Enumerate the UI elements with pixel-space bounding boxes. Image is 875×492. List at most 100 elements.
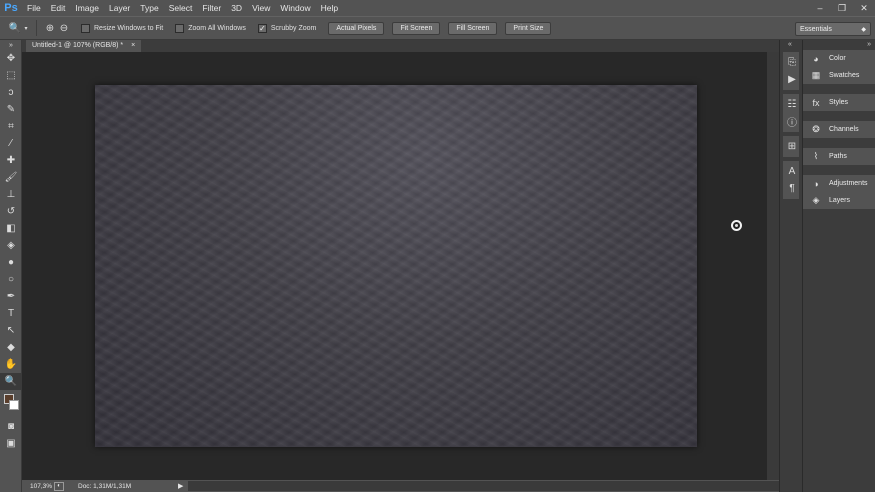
panel-color[interactable]: ◕ Color <box>803 50 875 67</box>
type-tool-icon[interactable]: T <box>0 305 22 322</box>
eyedropper-tool-icon[interactable]: ⁄ <box>0 135 22 152</box>
panel-paths[interactable]: ⌇ Paths <box>803 148 875 165</box>
restore-button[interactable]: ❐ <box>831 0 853 16</box>
collapse-arrows-icon[interactable]: » <box>867 41 871 48</box>
panels-dock: » ◕ Color ▦ Swatches fx Styles ❂ Channel… <box>803 40 875 492</box>
chalkboard-image[interactable] <box>95 85 697 447</box>
zoom-cursor-icon <box>731 220 742 231</box>
doc-size: Doc: 1,31M/1,31M <box>78 482 132 490</box>
checkmark-icon[interactable]: ✓ <box>257 23 267 33</box>
color-swatches[interactable] <box>0 390 22 418</box>
styles-icon: fx <box>812 97 820 108</box>
menu-select[interactable]: Select <box>164 0 198 16</box>
paths-icon: ⌇ <box>813 151 819 161</box>
menu-layer[interactable]: Layer <box>104 0 135 16</box>
resize-windows-checkbox[interactable]: Resize Windows to Fit <box>81 23 163 33</box>
canvas-area[interactable] <box>26 52 767 480</box>
panel-swatches[interactable]: ▦ Swatches <box>803 67 875 84</box>
horizontal-scrollbar[interactable] <box>188 481 779 491</box>
zoom-level[interactable]: 107,3% <box>22 483 54 490</box>
lasso-tool-icon[interactable]: ↄ <box>0 84 22 101</box>
divider <box>36 20 37 36</box>
menu-file[interactable]: File <box>22 0 46 16</box>
menu-view[interactable]: View <box>247 0 275 16</box>
eraser-tool-icon[interactable]: ◧ <box>0 220 22 237</box>
menu-window[interactable]: Window <box>275 0 315 16</box>
fit-screen-button[interactable]: Fit Screen <box>392 21 441 35</box>
vertical-scrollbar[interactable] <box>767 52 779 480</box>
menu-image[interactable]: Image <box>70 0 104 16</box>
zoom-in-icon[interactable]: ⊕ <box>43 21 57 35</box>
move-tool-icon[interactable]: ✥ <box>0 50 22 67</box>
hand-tool-icon[interactable]: ✋ <box>0 356 22 373</box>
collapse-arrows-icon[interactable]: » <box>0 40 22 50</box>
fill-screen-button[interactable]: Fill Screen <box>448 21 498 35</box>
checkbox-box[interactable] <box>175 23 185 33</box>
toolbox: » ✥ ⬚ ↄ ✎ ⌗ ⁄ ✚ 🖌 ⊥ ↺ ◧ ◈ ● ○ ✒ T ↖ ◆ ✋ … <box>0 40 22 492</box>
crop-tool-icon[interactable]: ⌗ <box>0 118 22 135</box>
panel-label: Layers <box>829 197 851 204</box>
panel-channels[interactable]: ❂ Channels <box>803 121 875 138</box>
brush-tool-icon[interactable]: 🖌 <box>0 169 22 186</box>
path-selection-tool-icon[interactable]: ↖ <box>0 322 22 339</box>
panel-group-paths: ⌇ Paths <box>803 148 875 165</box>
zoom-tool-icon[interactable]: 🔍 <box>0 373 22 390</box>
panel-styles[interactable]: fx Styles <box>803 94 875 111</box>
panel-label: Styles <box>829 99 849 106</box>
quick-select-tool-icon[interactable]: ✎ <box>0 101 22 118</box>
close-icon[interactable]: × <box>131 40 135 52</box>
character-icon[interactable]: A <box>783 163 801 180</box>
properties-icon[interactable]: ☷ <box>783 96 801 113</box>
color-wheel-icon: ◕ <box>813 53 819 64</box>
pen-tool-icon[interactable]: ✒ <box>0 288 22 305</box>
clone-stamp-tool-icon[interactable]: ⊥ <box>0 186 22 203</box>
quick-mask-icon[interactable]: ◙ <box>0 418 22 435</box>
actual-pixels-button[interactable]: Actual Pixels <box>328 21 385 35</box>
minimize-button[interactable]: – <box>809 0 831 16</box>
history-icon[interactable]: ⎘ <box>783 54 801 71</box>
info-icon[interactable]: ⓘ <box>783 113 801 130</box>
actions-icon[interactable]: ▶ <box>783 71 801 88</box>
menu-3d[interactable]: 3D <box>226 0 247 16</box>
marquee-tool-icon[interactable]: ⬚ <box>0 67 22 84</box>
menu-edit[interactable]: Edit <box>46 0 71 16</box>
close-button[interactable]: ✕ <box>853 0 875 16</box>
menu-type[interactable]: Type <box>135 0 163 16</box>
panel-label: Channels <box>829 126 859 133</box>
zoom-out-icon[interactable]: ⊖ <box>57 21 71 35</box>
zoom-all-windows-checkbox[interactable]: Zoom All Windows <box>175 23 246 33</box>
window-controls: – ❐ ✕ <box>809 0 875 16</box>
blur-tool-icon[interactable]: ● <box>0 254 22 271</box>
collapse-arrows-icon[interactable]: « <box>788 41 792 48</box>
dodge-tool-icon[interactable]: ○ <box>0 271 22 288</box>
scrubby-zoom-checkbox[interactable]: ✓ Scrubby Zoom <box>257 23 317 33</box>
chevron-down-icon: ◆ <box>861 26 866 33</box>
print-size-button[interactable]: Print Size <box>505 21 552 35</box>
shape-tool-icon[interactable]: ◆ <box>0 339 22 356</box>
grid-icon: ▦ <box>811 70 821 80</box>
status-menu-arrow-icon[interactable]: ▶ <box>178 482 188 490</box>
strip-group: ☷ ⓘ <box>783 94 799 132</box>
zoom-tool-preset-icon[interactable]: 🔍 <box>8 21 22 35</box>
checkbox-label: Scrubby Zoom <box>270 24 317 32</box>
history-brush-tool-icon[interactable]: ↺ <box>0 203 22 220</box>
panel-label: Swatches <box>829 72 860 79</box>
status-info-icon[interactable]: ◐ <box>54 481 64 491</box>
healing-brush-tool-icon[interactable]: ✚ <box>0 152 22 169</box>
screen-mode-icon[interactable]: ▣ <box>0 435 22 452</box>
menu-filter[interactable]: Filter <box>197 0 226 16</box>
document-tab[interactable]: Untitled-1 @ 107% (RGB/8) * × <box>26 40 142 52</box>
checkbox-box[interactable] <box>81 23 90 33</box>
background-color-swatch[interactable] <box>9 400 19 410</box>
paint-bucket-tool-icon[interactable]: ◈ <box>0 237 22 254</box>
menu-help[interactable]: Help <box>316 0 343 16</box>
workspace-select[interactable]: Essentials ◆ <box>795 22 871 36</box>
brush-presets-icon[interactable]: ⊞ <box>783 138 801 155</box>
panel-layers[interactable]: ◈ Layers <box>803 192 875 209</box>
document-tab-title: Untitled-1 @ 107% (RGB/8) * <box>32 42 124 49</box>
paragraph-icon[interactable]: ¶ <box>783 180 801 197</box>
panel-adjustments[interactable]: ◑ Adjustments <box>803 175 875 192</box>
channels-icon: ❂ <box>812 124 820 134</box>
panel-group-adjustments: ◑ Adjustments ◈ Layers <box>803 175 875 209</box>
chevron-down-icon[interactable]: ▾ <box>22 21 30 35</box>
